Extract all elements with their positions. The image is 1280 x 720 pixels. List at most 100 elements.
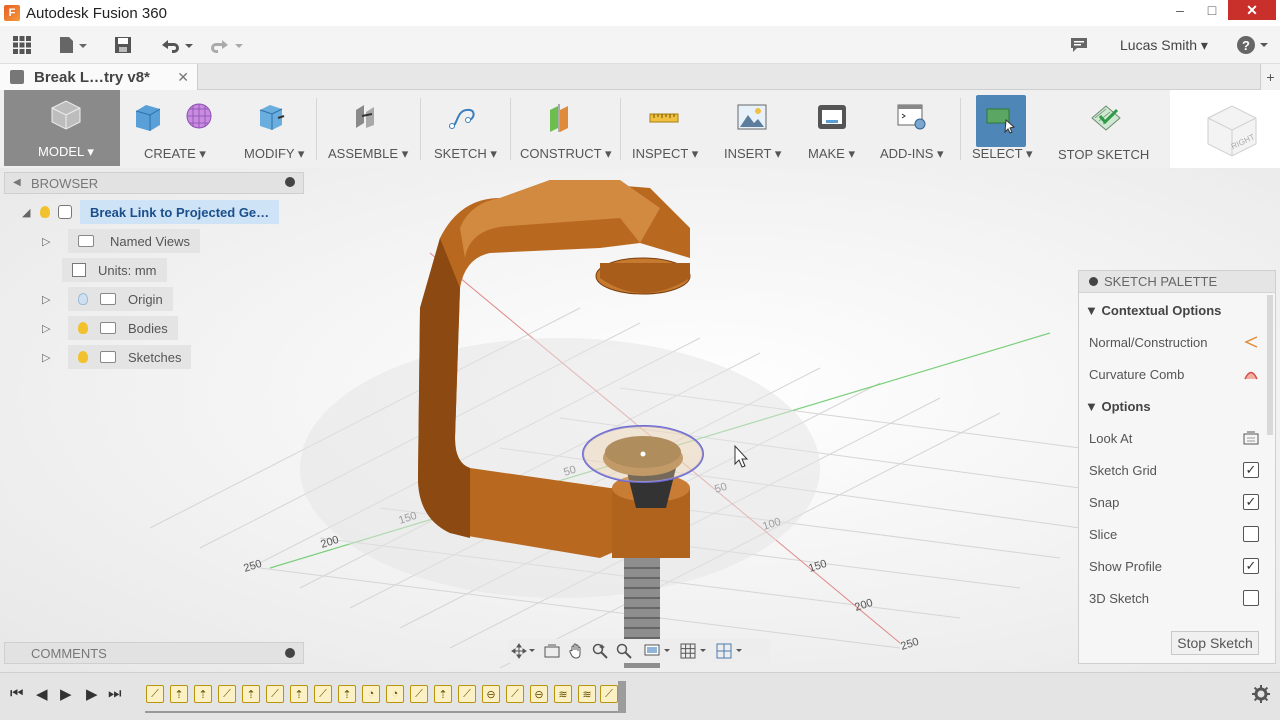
display-settings-icon[interactable] [642,642,676,660]
browser-item-origin[interactable]: ▷ Origin [42,287,173,311]
sketch-grid-checkbox[interactable]: ✓ [1243,462,1259,478]
make-menu[interactable]: MAKE ▾ [802,90,864,168]
pan-hand-icon[interactable] [565,642,587,660]
expand-triangle-icon[interactable]: ▷ [42,322,58,335]
contextual-options-section[interactable]: ▼ Contextual Options [1085,303,1221,318]
expand-triangle-icon[interactable]: ▷ [42,351,58,364]
grid-icon[interactable] [12,34,32,56]
construct-menu[interactable]: CONSTRUCT ▾ [516,90,616,168]
timeline-revolve-feature-icon[interactable]: ⊖ [530,685,548,703]
undo-icon[interactable] [158,34,194,56]
visibility-bulb-off-icon[interactable] [78,293,88,305]
timeline-extrude-feature-icon[interactable]: ⇡ [242,685,260,703]
timeline-sketch-feature-icon[interactable]: ⟋ [506,685,524,703]
timeline-next-button[interactable]: ▶ [86,685,98,703]
redo-icon[interactable] [208,34,244,56]
stop-sketch-ribbon-button[interactable]: STOP SKETCH [1054,90,1154,168]
create-menu[interactable]: CREATE ▾ [130,90,220,168]
browser-panel-header[interactable]: ◀ BROWSER [4,172,304,194]
option-3d-sketch[interactable]: 3D Sketch [1089,587,1259,609]
minimize-button[interactable]: – [1164,0,1196,20]
browser-item-sketches[interactable]: ▷ Sketches [42,345,192,369]
timeline-sketch-feature-icon[interactable]: ⟋ [458,685,476,703]
timeline-sketch-feature-icon[interactable]: ⟋ [314,685,332,703]
timeline-sketch-feature-icon[interactable]: ⟋ [218,685,236,703]
timeline-fillet-feature-icon[interactable]: ◔ [386,685,404,703]
curvature-comb-icon[interactable] [1243,366,1259,382]
sketch-palette-header[interactable]: SKETCH PALETTE [1079,271,1275,293]
visibility-bulb-icon[interactable] [78,322,88,334]
collapse-triangle-icon[interactable]: ◢ [22,206,38,219]
document-tab[interactable]: Break L…try v8* ✕ [0,64,198,90]
timeline-thread-feature-icon[interactable]: ≋ [578,685,596,703]
stop-sketch-button[interactable]: Stop Sketch [1171,631,1259,655]
viewports-icon[interactable] [714,642,748,660]
close-tab-icon[interactable]: ✕ [177,69,189,86]
collapse-panel-icon[interactable]: ◀ [13,177,21,188]
add-ins-menu[interactable]: ADD-INS ▾ [872,90,952,168]
browser-item-bodies[interactable]: ▷ Bodies [42,316,178,340]
option-show-profile[interactable]: Show Profile ✓ [1089,555,1259,577]
comment-icon[interactable] [1070,34,1088,56]
close-button[interactable]: ✕ [1228,0,1276,20]
option-normal-construction[interactable]: Normal/Construction [1089,331,1259,353]
orbit-icon[interactable] [509,642,539,660]
timeline-thread-feature-icon[interactable]: ≋ [554,685,572,703]
3d-sketch-checkbox[interactable] [1243,590,1259,606]
timeline-marker[interactable] [618,681,626,713]
timeline-play-button[interactable]: ▶ [60,685,72,703]
option-sketch-grid[interactable]: Sketch Grid ✓ [1089,459,1259,481]
timeline-sketch-feature-icon[interactable]: ⟋ [146,685,164,703]
timeline-revolve-feature-icon[interactable]: ⊖ [482,685,500,703]
add-tab-button[interactable]: + [1260,64,1280,90]
pin-panel-icon[interactable] [1089,277,1098,286]
slice-checkbox[interactable] [1243,526,1259,542]
select-menu[interactable]: SELECT ▾ [966,90,1042,168]
modify-menu[interactable]: MODIFY ▾ [238,90,308,168]
expand-triangle-icon[interactable]: ▷ [42,235,58,248]
option-snap[interactable]: Snap ✓ [1089,491,1259,513]
maximize-button[interactable]: □ [1196,0,1228,20]
option-look-at[interactable]: Look At [1089,427,1259,449]
assemble-menu[interactable]: ASSEMBLE ▾ [326,90,416,168]
file-icon[interactable] [58,34,88,56]
timeline-sketch-feature-icon[interactable]: ⟋ [266,685,284,703]
inspect-menu[interactable]: INSPECT ▾ [626,90,706,168]
option-slice[interactable]: Slice [1089,523,1259,545]
zoom-icon[interactable] [589,642,611,660]
pin-panel-icon[interactable] [285,648,295,658]
normal-construction-icon[interactable] [1243,334,1259,350]
look-at-nav-icon[interactable] [541,642,563,660]
timeline-extrude-feature-icon[interactable]: ⇡ [434,685,452,703]
option-curvature-comb[interactable]: Curvature Comb [1089,363,1259,385]
timeline-fillet-feature-icon[interactable]: ◔ [362,685,380,703]
timeline-end-button[interactable]: ⏭ [108,685,122,702]
timeline-sketch-feature-icon[interactable]: ⟋ [410,685,428,703]
timeline-extrude-feature-icon[interactable]: ⇡ [290,685,308,703]
timeline-start-button[interactable]: ⏮ [10,685,24,702]
sketch-center-point[interactable] [640,451,646,457]
help-icon[interactable]: ? [1236,34,1272,56]
save-icon[interactable] [114,34,132,56]
insert-menu[interactable]: INSERT ▾ [716,90,796,168]
timeline-settings-gear-icon[interactable] [1252,685,1270,706]
user-menu[interactable]: Lucas Smith ▾ [1120,37,1208,54]
comments-panel-header[interactable]: COMMENTS [4,642,304,664]
timeline-prev-button[interactable]: ◀ [36,685,48,703]
visibility-bulb-icon[interactable] [78,351,88,363]
visibility-bulb-icon[interactable] [40,206,50,218]
fit-icon[interactable] [613,642,635,660]
snap-checkbox[interactable]: ✓ [1243,494,1259,510]
options-section[interactable]: ▼ Options [1085,399,1151,414]
browser-item-units[interactable]: Units: mm [62,258,167,282]
pin-panel-icon[interactable] [285,177,295,187]
sketch-menu[interactable]: SKETCH ▾ [430,90,506,168]
browser-root-node[interactable]: ◢ Break Link to Projected Ge… [22,200,280,224]
palette-scrollbar[interactable] [1267,295,1273,435]
expand-triangle-icon[interactable]: ▷ [42,293,58,306]
browser-item-named-views[interactable]: ▷ Named Views [42,229,200,253]
show-profile-checkbox[interactable]: ✓ [1243,558,1259,574]
timeline-extrude-feature-icon[interactable]: ⇡ [170,685,188,703]
grid-snap-icon[interactable] [678,642,712,660]
timeline-extrude-feature-icon[interactable]: ⇡ [194,685,212,703]
